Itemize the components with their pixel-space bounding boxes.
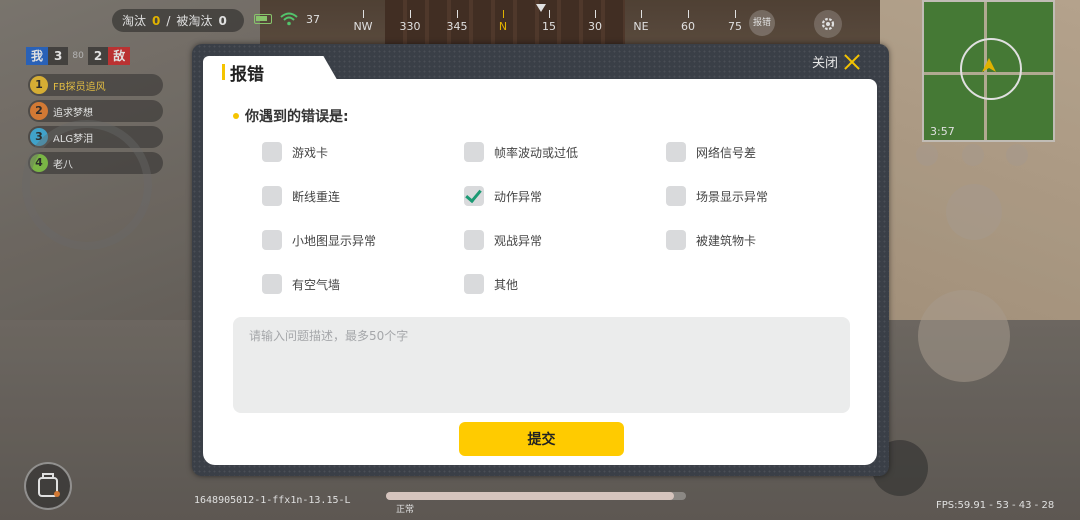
checkbox[interactable] — [262, 186, 282, 206]
option-game-lag[interactable]: 游戏卡 — [262, 142, 328, 162]
option-network[interactable]: 网络信号差 — [666, 142, 756, 162]
option-label: 观战异常 — [494, 233, 543, 248]
dialog-title: 报错 — [230, 65, 264, 85]
question-bullet-icon — [233, 113, 239, 119]
option-label: 网络信号差 — [696, 145, 757, 160]
option-reconnect[interactable]: 断线重连 — [262, 186, 340, 206]
option-label: 断线重连 — [292, 189, 341, 204]
checkbox[interactable] — [464, 142, 484, 162]
checkbox[interactable] — [666, 186, 686, 206]
checkbox[interactable] — [262, 274, 282, 294]
option-label: 动作异常 — [494, 189, 543, 204]
checkbox[interactable] — [464, 274, 484, 294]
option-label: 帧率波动或过低 — [494, 145, 579, 160]
option-stuck-in-building[interactable]: 被建筑物卡 — [666, 230, 756, 250]
title-accent-bar — [222, 64, 225, 80]
submit-button[interactable]: 提交 — [459, 422, 624, 456]
option-label: 被建筑物卡 — [696, 233, 757, 248]
checkbox[interactable] — [464, 230, 484, 250]
option-spectate[interactable]: 观战异常 — [464, 230, 542, 250]
checkbox-checked[interactable] — [464, 186, 484, 206]
option-label: 有空气墙 — [292, 277, 341, 292]
option-label: 小地图显示异常 — [292, 233, 377, 248]
option-air-wall[interactable]: 有空气墙 — [262, 274, 340, 294]
checkbox[interactable] — [262, 230, 282, 250]
option-other[interactable]: 其他 — [464, 274, 518, 294]
option-minimap-display[interactable]: 小地图显示异常 — [262, 230, 376, 250]
question-text: 你遇到的错误是: — [245, 109, 349, 125]
checkbox[interactable] — [262, 142, 282, 162]
close-button[interactable]: 关闭 — [812, 52, 860, 71]
checkbox[interactable] — [666, 142, 686, 162]
problem-description-input[interactable] — [233, 317, 850, 413]
close-icon — [844, 54, 860, 70]
option-label: 其他 — [494, 277, 519, 292]
close-label: 关闭 — [812, 56, 839, 71]
option-label: 场景显示异常 — [696, 189, 769, 204]
error-type-question: 你遇到的错误是: — [233, 106, 349, 126]
checkbox[interactable] — [666, 230, 686, 250]
option-scene-display[interactable]: 场景显示异常 — [666, 186, 768, 206]
option-animation[interactable]: 动作异常 — [464, 186, 542, 206]
option-frame-rate[interactable]: 帧率波动或过低 — [464, 142, 578, 162]
option-label: 游戏卡 — [292, 145, 329, 160]
